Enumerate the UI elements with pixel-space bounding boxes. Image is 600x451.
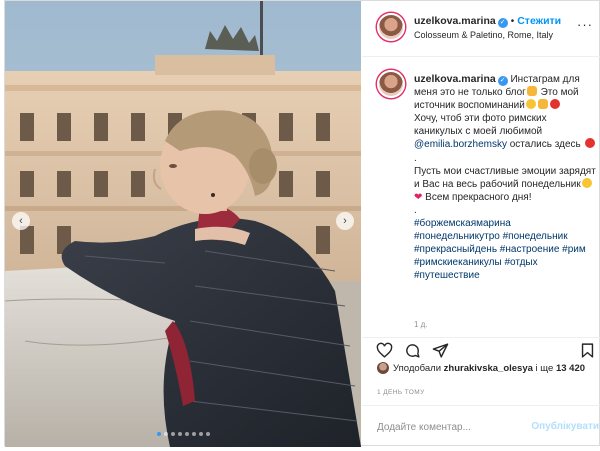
hashtags[interactable]: #боржемскаямарина #понедельникутро #поне… [414,217,596,282]
carousel-dot [198,432,203,436]
instagram-post: ‹ › uzelkova.marina ✓ • Стежити Colosseum &… [4,0,600,447]
post-side-panel: uzelkova.marina ✓ • Стежити Colosseum & Pal… [362,1,600,447]
likes-prefix: Уподобали [393,363,444,374]
praying-hands-emoji-icon [537,99,548,110]
caption-text-3: Хочу, чтоб эти фото римских каникулых с … [414,113,547,138]
mention-link[interactable]: @emilia.borzhemsky [414,139,507,150]
author-avatar[interactable] [377,13,405,41]
heart-eyes-emoji-icon [549,99,560,110]
carousel-dot [191,432,196,436]
chevron-right-icon: › [343,215,347,227]
caption-text-6: Всем прекрасного дня! [422,191,532,203]
photo-illustration [5,1,361,447]
next-photo-button[interactable]: › [336,212,354,230]
post-photo[interactable]: ‹ › [5,1,361,447]
caption-dot-2: . [414,204,417,216]
carousel-dot [177,432,182,436]
author-line: uzelkova.marina ✓ • Стежити [414,15,561,28]
carousel-dot [205,432,210,436]
save-button[interactable] [577,340,597,360]
caption-time-ago: 1 д. [414,320,428,329]
heart-eyes-emoji-icon [584,138,595,149]
likes-summary: Уподобали zhurakivska_olesya і ще 13 420 [377,362,600,378]
dot-separator: • [510,16,515,27]
carousel-dot [184,432,189,436]
bookmark-icon [581,342,593,358]
post-date[interactable]: 1 ДЕНЬ ТОМУ [377,389,425,396]
caption-dot: . [414,152,417,164]
caption-text-5: Пусть мои счастливые эмоции зарядят и Ва… [414,165,596,190]
chevron-left-icon: ‹ [19,215,23,227]
heart-icon [376,342,392,358]
pointing-hand-emoji-icon [526,86,537,97]
publish-button[interactable]: Опублікувати [531,421,599,432]
carousel-dot [156,432,161,436]
smiling-emoji-icon [581,177,592,188]
carousel-dot [163,432,168,436]
caption-author-avatar[interactable] [377,70,405,98]
caption-text-4: остались здесь [506,139,584,151]
carousel-indicator [5,432,361,436]
comment-icon [405,343,420,358]
post-actions [362,337,600,361]
liker-username[interactable]: zhurakivska_olesya [444,363,533,374]
verified-badge-icon: ✓ [497,18,508,28]
add-comment-section: Опублікувати [362,405,600,447]
smiling-emoji-icon [525,99,536,110]
paper-plane-icon [432,342,448,358]
likes-middle: і ще [532,363,556,374]
author-username[interactable]: uzelkova.marina [414,15,496,27]
like-button[interactable] [374,340,394,360]
carousel-dot [170,432,175,436]
comment-button[interactable] [402,340,422,360]
comment-input[interactable] [377,419,527,435]
liker-avatar[interactable] [377,362,389,374]
more-options-icon[interactable]: ··· [577,17,593,32]
likes-count[interactable]: 13 420 [556,363,585,374]
caption-username[interactable]: uzelkova.marina [414,73,496,85]
follow-button[interactable]: Стежити [517,15,561,27]
post-header: uzelkova.marina ✓ • Стежити Colosseum & Pal… [362,1,600,57]
share-button[interactable] [430,340,450,360]
caption-area: uzelkova.marina ✓ Инстаграм для меня это … [362,57,600,337]
post-location[interactable]: Colosseum & Paletino, Rome, Italy [414,30,553,40]
post-caption: uzelkova.marina ✓ Инстаграм для меня это … [414,73,596,283]
prev-photo-button[interactable]: ‹ [12,212,30,230]
verified-badge-icon: ✓ [497,76,508,86]
